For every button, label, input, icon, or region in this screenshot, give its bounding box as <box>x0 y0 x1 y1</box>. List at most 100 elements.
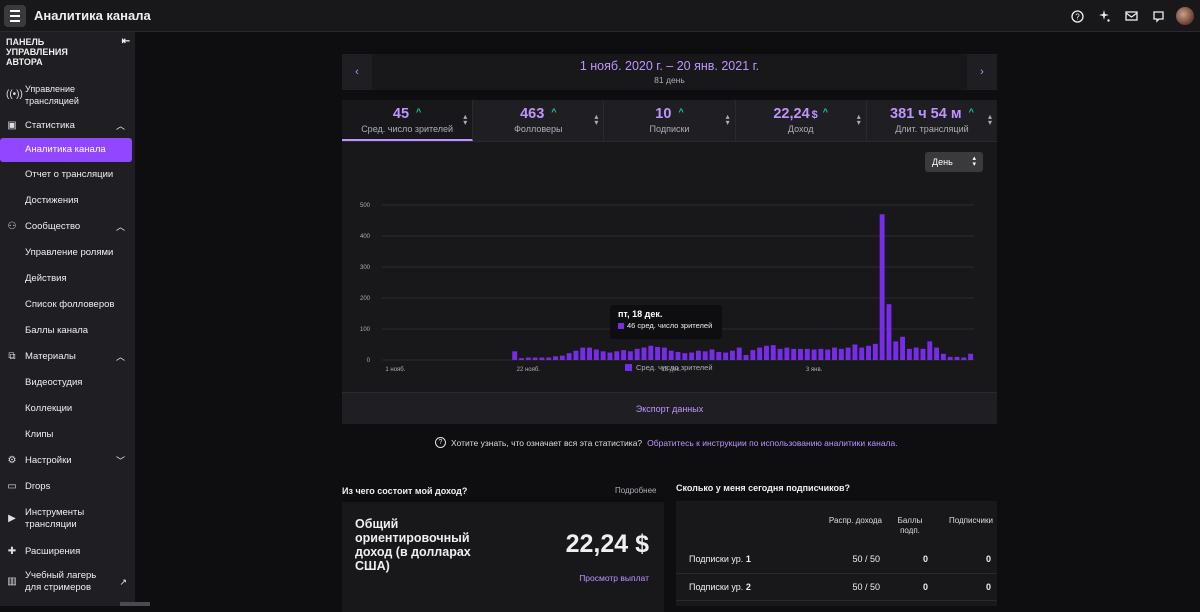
chart-bar[interactable] <box>770 345 776 360</box>
sidebar-item-extensions[interactable]: ✚ Расширения <box>0 538 135 566</box>
sidebar-item-followers[interactable]: Список фолловеров <box>0 292 135 318</box>
chart-bar[interactable] <box>934 347 940 360</box>
date-range[interactable]: 1 нояб. 2020 г. – 20 янв. 2021 г. 81 ден… <box>580 59 759 85</box>
sidebar-item-achievements[interactable]: Достижения <box>0 188 135 214</box>
period-select[interactable]: День ▴ ▾ <box>925 152 983 172</box>
chart-bar[interactable] <box>641 347 647 360</box>
tab-followers[interactable]: 463 ^ Фолловеры ▴ ▾ <box>473 100 605 141</box>
chart-bar[interactable] <box>757 347 763 360</box>
chart-bar[interactable] <box>852 344 858 361</box>
whisper-icon[interactable] <box>1149 7 1167 25</box>
chart-bar[interactable] <box>519 358 524 360</box>
chart-bar[interactable] <box>736 347 742 360</box>
chart-bar[interactable] <box>716 351 722 360</box>
sidebar-item-roles[interactable]: Управление ролями <box>0 240 135 266</box>
chart-bar[interactable] <box>566 353 572 360</box>
chart-bar[interactable] <box>764 345 769 360</box>
chart-bar[interactable] <box>695 350 701 360</box>
chart-bar[interactable] <box>784 347 790 360</box>
income-more-link[interactable]: Подробнее <box>615 486 657 495</box>
chart-bar[interactable] <box>954 356 960 360</box>
chart-bar[interactable] <box>811 349 817 360</box>
sidebar-item-collections[interactable]: Коллекции <box>0 396 135 422</box>
chart-bar[interactable] <box>920 348 926 360</box>
chart-bar[interactable] <box>913 347 919 360</box>
help-link[interactable]: Обратитесь к инструкции по использованию… <box>647 438 897 448</box>
chart-bar[interactable] <box>947 356 953 360</box>
sidebar-item-stream-manager[interactable]: ((•)) Управление трансляцией <box>0 81 135 109</box>
next-period-button[interactable]: › <box>966 54 997 90</box>
chart-bar[interactable] <box>661 347 667 360</box>
export-data-button[interactable]: Экспорт данных <box>342 392 997 424</box>
chart-bar[interactable] <box>580 347 586 360</box>
chart-bar[interactable] <box>940 353 946 360</box>
sidebar-item-stream-summary[interactable]: Отчет о трансляции <box>0 162 135 188</box>
chart-bar[interactable] <box>818 348 824 360</box>
chart-bar[interactable] <box>682 353 688 360</box>
sidebar-item-community[interactable]: ⚇ Сообщество ︿ <box>0 214 135 240</box>
chart-bar[interactable] <box>587 347 592 360</box>
chart-bar[interactable] <box>553 356 558 360</box>
sidebar-item-channel-analytics[interactable]: Аналитика канала <box>0 138 132 162</box>
tab-avg-viewers[interactable]: 45 ^ Сред. число зрителей ▴ ▾ <box>342 100 474 141</box>
chart-bar[interactable] <box>675 351 681 360</box>
chart-bar[interactable] <box>512 351 518 360</box>
chart-bar[interactable] <box>668 350 674 360</box>
chart-bar[interactable] <box>859 347 865 360</box>
chart-bar[interactable] <box>634 348 640 360</box>
chart-bar[interactable] <box>804 348 810 360</box>
sidebar-item-activity[interactable]: Действия <box>0 266 135 292</box>
chart-legend[interactable]: Сред. число зрителей <box>625 363 713 372</box>
chart-bar[interactable] <box>845 347 851 360</box>
tab-subscriptions[interactable]: 10 ^ Подписки ▴ ▾ <box>604 100 736 141</box>
chart-bar[interactable] <box>607 352 613 360</box>
help-icon[interactable]: ? <box>1068 7 1086 25</box>
sidebar-item-content[interactable]: ⧉ Материалы ︿ <box>0 344 135 370</box>
chart-bar[interactable] <box>866 345 871 360</box>
chart-bar[interactable] <box>729 350 735 360</box>
chart-bar[interactable] <box>832 347 837 360</box>
chart-bar[interactable] <box>906 348 912 360</box>
chart-bar[interactable] <box>702 351 708 360</box>
sidebar-item-stats[interactable]: ▣ Статистика ︿ <box>0 118 135 134</box>
chart-bar[interactable] <box>872 343 878 360</box>
avatar[interactable] <box>1176 7 1194 25</box>
chart-bar[interactable] <box>546 357 552 360</box>
chart-bar[interactable] <box>655 346 661 360</box>
sidebar-item-creator-camp[interactable]: ▥ Учебный лагерь для стримеров ↗ <box>0 566 135 598</box>
menu-icon[interactable] <box>4 4 26 27</box>
inbox-icon[interactable] <box>1122 7 1140 25</box>
chart-bar[interactable] <box>879 214 885 360</box>
sidebar-item-broadcast-tools[interactable]: ▶ Инструменты трансляции <box>0 500 135 538</box>
tab-stream-time[interactable]: 381 ч 54 м ^ Длит. трансляций ▴ ▾ <box>866 100 998 141</box>
sidebar-item-settings[interactable]: ⚙ Настройки ﹀ <box>0 448 135 474</box>
chart-bar[interactable] <box>573 350 579 360</box>
sidebar-item-channel-points[interactable]: Баллы канала <box>0 318 135 344</box>
chart-bar[interactable] <box>525 357 531 360</box>
chart-bar[interactable] <box>961 357 967 360</box>
chart-bar[interactable] <box>559 355 565 360</box>
prev-period-button[interactable]: ‹ <box>342 54 372 90</box>
chart-bar[interactable] <box>777 348 783 360</box>
chart-bar[interactable] <box>825 349 831 360</box>
view-payouts-link[interactable]: Просмотр выплат <box>579 573 649 583</box>
chart-bar[interactable] <box>900 336 906 360</box>
chart-bar[interactable] <box>614 351 620 360</box>
chart-bar[interactable] <box>798 348 803 360</box>
sidebar-item-video-producer[interactable]: Видеостудия <box>0 370 135 396</box>
chart-bar[interactable] <box>539 357 545 360</box>
chart-bar[interactable] <box>621 350 627 360</box>
chart-bar[interactable] <box>709 349 715 360</box>
chart-bar[interactable] <box>532 357 538 360</box>
chart-bar[interactable] <box>893 341 899 360</box>
chart-bar[interactable] <box>600 351 606 360</box>
sidebar-item-clips[interactable]: Клипы <box>0 422 135 448</box>
chart-bar[interactable] <box>593 349 599 360</box>
tab-revenue[interactable]: 22,24 $ ^ Доход ▴ ▾ <box>735 100 867 141</box>
collapse-icon[interactable]: ⇤ <box>122 37 130 67</box>
chart-bar[interactable] <box>627 351 633 360</box>
chart-bar[interactable] <box>648 345 654 360</box>
sidebar-item-drops[interactable]: ▭ Drops <box>0 474 135 500</box>
chart-bar[interactable] <box>723 352 729 360</box>
chart-bar[interactable] <box>838 348 844 360</box>
